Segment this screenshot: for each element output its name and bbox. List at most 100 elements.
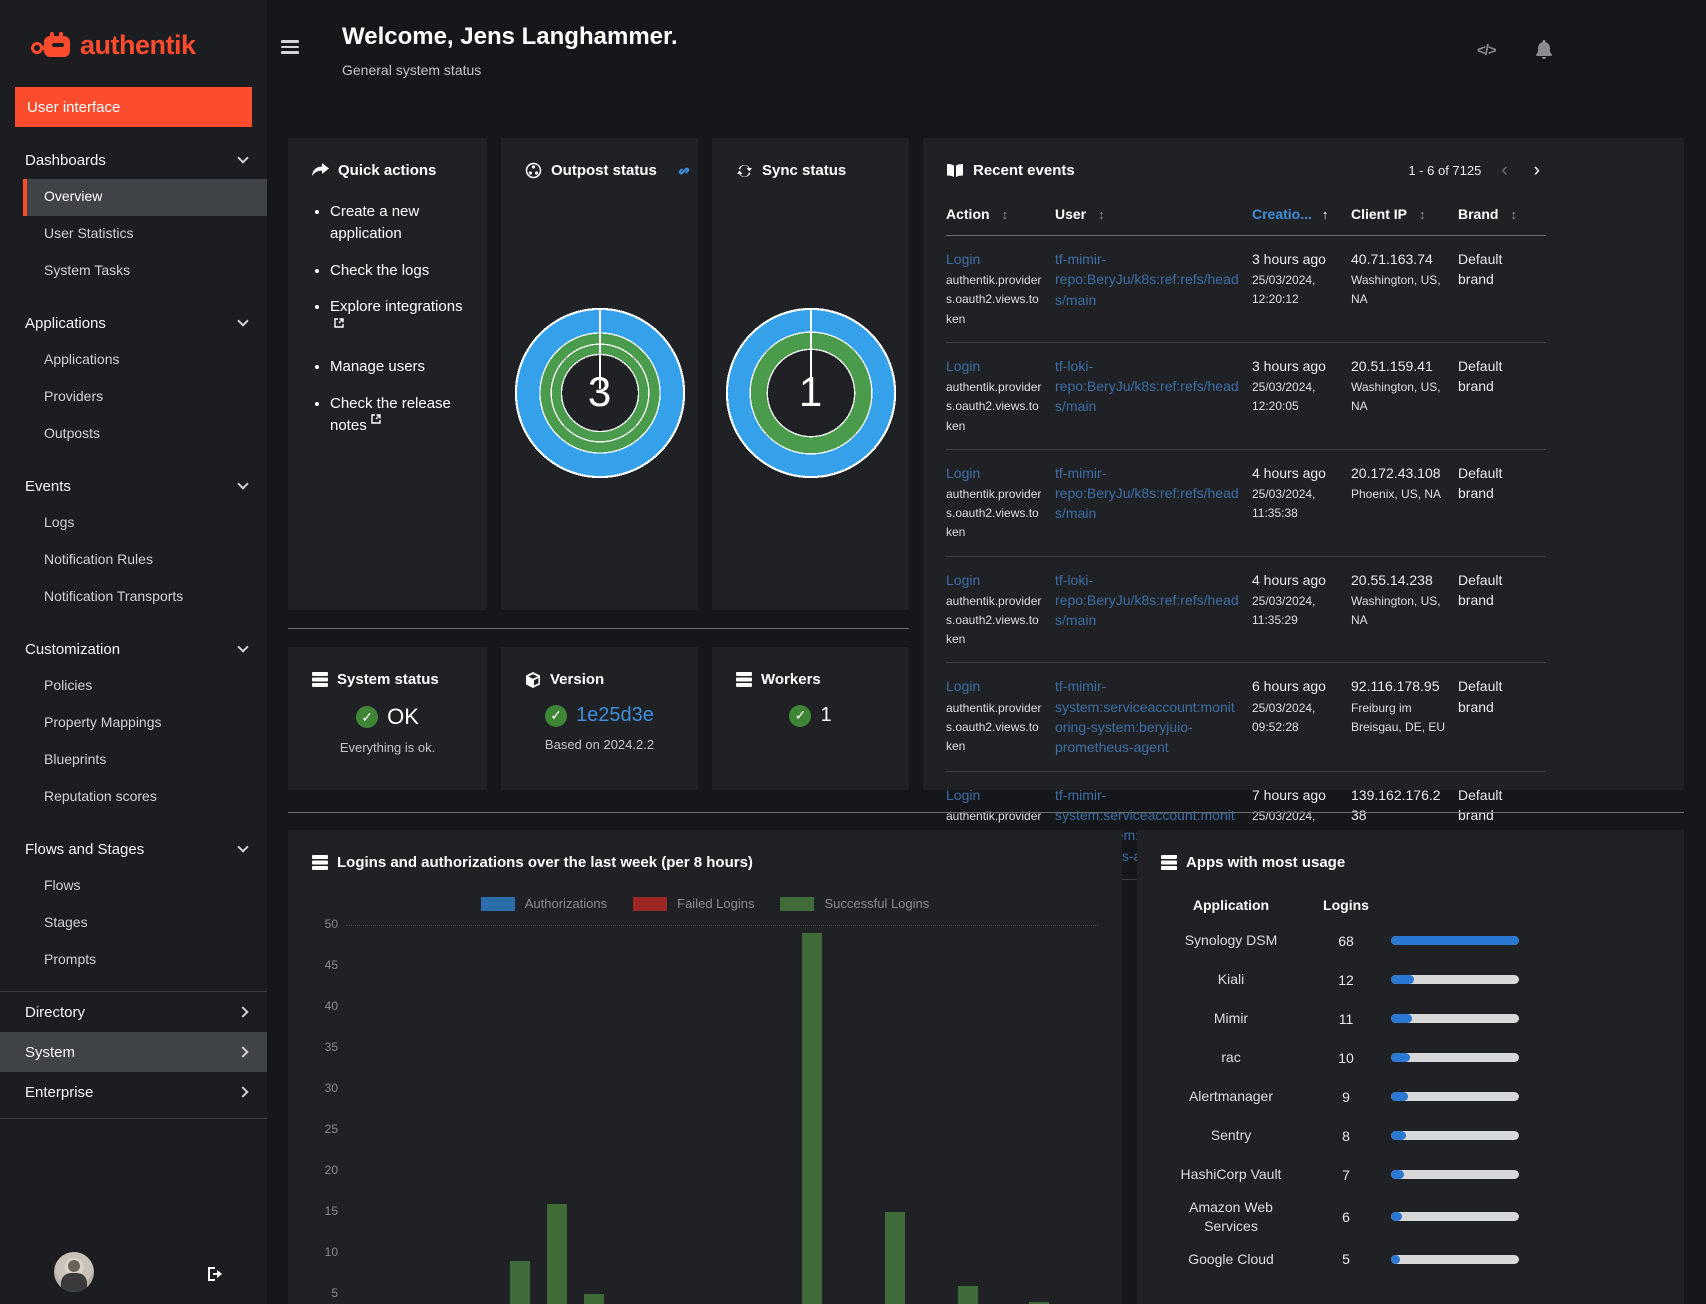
quick-action-link[interactable]: Create a new application (330, 201, 465, 245)
sidebar-item[interactable]: Property Mappings (23, 705, 267, 742)
event-client-ip-cell: 40.71.163.74 Washington, US, NA (1351, 249, 1458, 329)
sort-icon: ↕ (1001, 207, 1009, 222)
sidebar-group-header[interactable]: Flows and Stages (0, 830, 267, 868)
chevron-down-icon (237, 841, 249, 853)
avatar[interactable] (54, 1252, 94, 1292)
sidebar-item[interactable]: Reputation scores (23, 779, 267, 816)
sidebar-group-collapsed[interactable]: Directory (0, 992, 267, 1032)
quick-action-link[interactable]: Check the release notes (330, 393, 465, 438)
app-logo-text: authentik (80, 30, 196, 60)
app-usage-row: Synology DSM 68 (1161, 921, 1660, 960)
sidebar-item[interactable]: User Statistics (23, 216, 267, 253)
event-ip: 40.71.163.74 (1351, 251, 1433, 267)
legend-color-swatch (633, 896, 668, 911)
app-usage-row: rac 10 (1161, 1038, 1660, 1077)
events-column-header[interactable]: Brand↕↑ (1458, 206, 1546, 222)
event-client-ip-cell: 92.116.178.95 Freiburg im Breisgau, DE, … (1351, 676, 1458, 757)
y-axis-tick: 45 (324, 958, 338, 972)
apps-usage-table: Application Logins Synology DSM 68 Kiali… (1161, 897, 1660, 1279)
sort-icon: ↕ (1098, 207, 1105, 222)
events-column-header[interactable]: Action↕↑ (946, 206, 1055, 222)
sidebar-group-collapsed[interactable]: Enterprise (0, 1072, 267, 1112)
event-creation-cell: 3 hours ago 25/03/2024, 12:20:05 (1252, 356, 1351, 436)
logout-icon[interactable] (207, 1266, 225, 1282)
sidebar-item[interactable]: Prompts (23, 942, 267, 979)
events-column-header[interactable]: Creatio...↕↑ (1252, 206, 1351, 222)
api-code-icon[interactable]: </> (1477, 42, 1497, 59)
notifications-bell-icon[interactable] (1535, 40, 1553, 59)
sidebar-group-header[interactable]: Customization (0, 630, 267, 668)
event-brand: Default brand (1458, 357, 1503, 395)
chart-bar (546, 1203, 567, 1304)
sync-status-donut: 1 (724, 307, 897, 479)
event-action-link[interactable]: Login (946, 356, 1043, 376)
sidebar-group-header[interactable]: Applications (0, 304, 267, 342)
sidebar-group-label: Events (25, 477, 71, 495)
sidebar-group-items: Logs Notification Rules Notification Tra… (23, 505, 267, 616)
sidebar-item[interactable]: Applications (23, 342, 267, 379)
event-user-link[interactable]: tf-mimir-repo:BeryJu/k8s:ref:refs/heads/… (1055, 249, 1240, 310)
quick-action-link[interactable]: Check the logs (330, 260, 465, 282)
outpost-status-donut: 3 (513, 307, 686, 479)
event-action-link[interactable]: Login (946, 570, 1043, 590)
sidebar-group-label: Directory (25, 1003, 86, 1021)
cube-icon (526, 671, 540, 688)
sidebar-item[interactable]: Logs (23, 505, 267, 542)
sidebar-item[interactable]: Blueprints (23, 742, 267, 779)
events-column-header[interactable]: Client IP↕↑ (1351, 206, 1458, 222)
event-user-link[interactable]: tf-loki-repo:BeryJu/k8s:ref:refs/heads/m… (1055, 570, 1240, 631)
event-age: 4 hours ago (1252, 571, 1326, 588)
event-action-cell: Login authentik.providers.oauth2.views.t… (946, 249, 1055, 329)
app-usage-row: Google Cloud 5 (1161, 1240, 1660, 1279)
event-user-link[interactable]: tf-mimir-repo:BeryJu/k8s:ref:refs/heads/… (1055, 463, 1240, 524)
recent-events-title: Recent events (946, 162, 1075, 179)
sidebar-group-header[interactable]: Dashboards (0, 141, 267, 179)
sidebar-group: Flows and Stages Flows Stages Prompts (0, 830, 267, 979)
event-action-link[interactable]: Login (946, 676, 1043, 696)
y-axis-tick: 20 (324, 1163, 338, 1177)
event-action-cell: Login authentik.providers.oauth2.views.t… (946, 570, 1055, 650)
event-client-ip-cell: 20.51.159.41 Washington, US, NA (1351, 356, 1458, 436)
event-action-link[interactable]: Login (946, 463, 1043, 483)
sidebar-item[interactable]: Notification Transports (23, 579, 267, 616)
app-name: HashiCorp Vault (1180, 1166, 1282, 1183)
app-usage-row: Amazon Web Services 6 (1161, 1194, 1660, 1240)
sidebar-item-label: Flows (44, 877, 81, 893)
event-user-cell: tf-mimir-system:serviceaccount:monitorin… (1055, 676, 1252, 757)
sidebar-item[interactable]: Stages (23, 905, 267, 942)
quick-action-link[interactable]: Explore integrations (330, 296, 465, 341)
section-divider (288, 812, 1684, 813)
event-action-link[interactable]: Login (946, 249, 1043, 269)
sidebar-group-collapsed[interactable]: System (0, 1032, 267, 1072)
event-location: Washington, US, NA (1351, 380, 1441, 414)
sidebar-item[interactable]: Policies (23, 668, 267, 705)
link-icon[interactable] (676, 163, 692, 179)
version-value-link[interactable]: 1e25d3e (576, 704, 654, 727)
chevron-down-icon (237, 641, 249, 653)
sidebar-item[interactable]: Outposts (23, 416, 267, 453)
event-action-link[interactable]: Login (946, 785, 1043, 805)
sidebar-group-label: Flows and Stages (25, 840, 145, 858)
event-user-link[interactable]: tf-loki-repo:BeryJu/k8s:ref:refs/heads/m… (1055, 356, 1240, 417)
event-context: authentik.providers.oauth2.views.token (946, 273, 1042, 326)
quick-action-link[interactable]: Manage users (330, 356, 465, 378)
sidebar-item[interactable]: System Tasks (23, 253, 267, 290)
sidebar-item[interactable]: Providers (23, 379, 267, 416)
events-column-header[interactable]: User↕↑ (1055, 206, 1252, 222)
check-circle-icon: ✓ (545, 704, 568, 727)
hamburger-menu-icon[interactable] (281, 40, 299, 54)
sidebar-item[interactable]: Flows (23, 868, 267, 905)
chevron-down-icon (237, 478, 249, 490)
pagination-top: 1 - 6 of 7125 ‹ › (1408, 161, 1546, 180)
event-context: authentik.providers.oauth2.views.token (946, 593, 1042, 647)
pagination-prev-icon[interactable]: ‹ (1495, 161, 1513, 180)
sidebar-group-header[interactable]: Events (0, 467, 267, 505)
event-user-link[interactable]: tf-mimir-system:serviceaccount:monitorin… (1055, 676, 1240, 757)
chevron-down-icon (237, 315, 249, 327)
user-interface-button[interactable]: User interface (15, 87, 252, 127)
pagination-next-icon[interactable]: › (1528, 161, 1546, 180)
sidebar-item[interactable]: Overview (23, 179, 267, 216)
sidebar-item[interactable]: Notification Rules (23, 542, 267, 579)
section-divider (288, 628, 909, 629)
system-status-card: System status ✓ OK Everything is ok. (288, 647, 487, 790)
